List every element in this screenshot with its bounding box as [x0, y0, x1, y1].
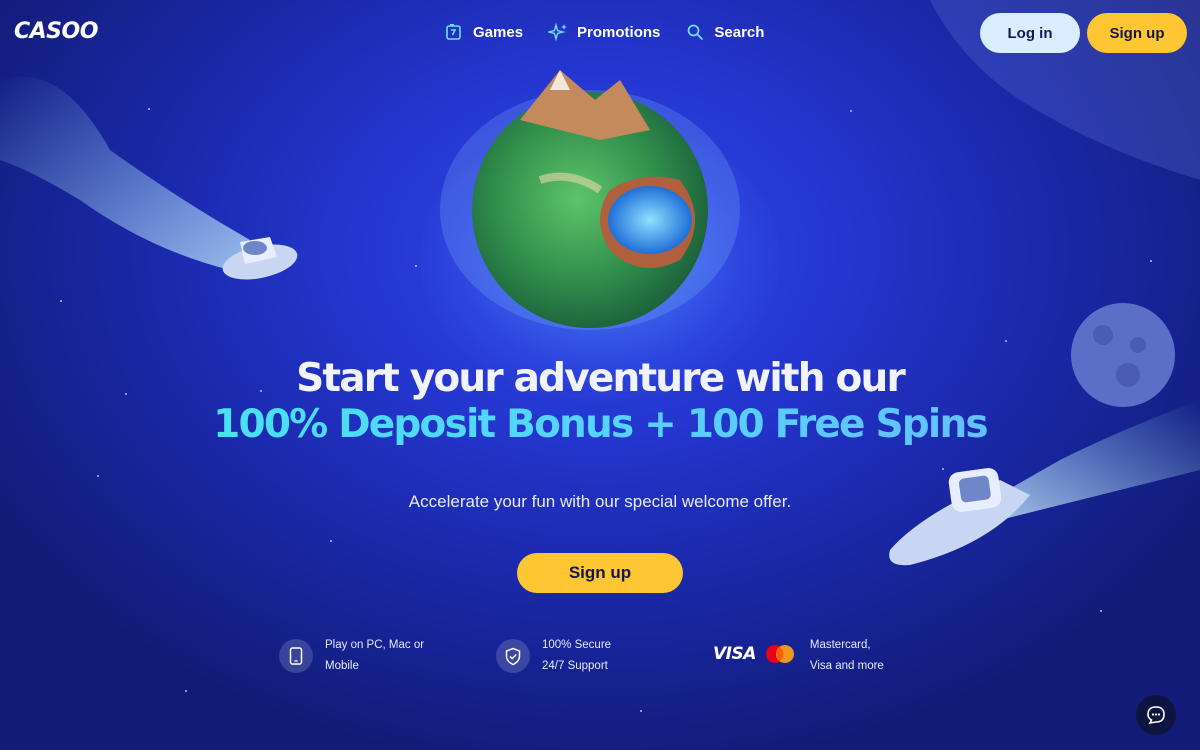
- nav-label-games: Games: [473, 23, 524, 41]
- feature-text: Play on PC, Mac or Mobile: [325, 635, 424, 677]
- feature-text: Mastercard, Visa and more: [810, 635, 884, 677]
- feature-text: 100% Secure 24/7 Support: [542, 635, 611, 677]
- mastercard-logo: [765, 645, 794, 663]
- nav-label-promotions: Promotions: [577, 23, 661, 41]
- nav-label-search: Search: [714, 23, 765, 41]
- shield-check-icon: [496, 639, 530, 673]
- feature-line: 24/7 Support: [542, 660, 608, 672]
- signup-button-hero[interactable]: Sign up: [517, 553, 683, 593]
- nav-item-promotions[interactable]: Promotions: [548, 22, 660, 42]
- floating-island-planet: [440, 70, 740, 330]
- feature-payments: VISA Mastercard, Visa and more: [713, 635, 884, 677]
- sparkle-icon: [548, 22, 568, 42]
- feature-line: Play on PC, Mac or: [325, 639, 425, 651]
- nav-item-search[interactable]: Search: [685, 22, 764, 42]
- main-nav: Games Promotions Search: [444, 22, 789, 42]
- nav-item-games[interactable]: Games: [444, 22, 523, 42]
- hero-subtitle: Accelerate your fun with our special wel…: [408, 492, 792, 511]
- brand-logo[interactable]: CASOO: [14, 19, 98, 44]
- feature-line: Visa and more: [809, 660, 884, 672]
- feature-security: 100% Secure 24/7 Support: [496, 635, 611, 677]
- visa-logo: VISA: [713, 644, 756, 664]
- search-icon: [685, 22, 705, 42]
- slot-seven-icon: [444, 22, 464, 42]
- chat-button[interactable]: [1136, 695, 1176, 735]
- spaceship-left: [222, 237, 298, 280]
- signup-button-header[interactable]: Sign up: [1087, 13, 1187, 53]
- login-button[interactable]: Log in: [980, 13, 1080, 53]
- feature-platforms: Play on PC, Mac or Mobile: [279, 635, 424, 677]
- hero-bonus-offer: 100% Deposit Bonus + 100 Free Spins: [0, 402, 1200, 447]
- chat-bubble-icon: [1147, 706, 1165, 725]
- payment-cards-icon: VISA: [713, 635, 796, 673]
- hero-title: Start your adventure with our: [296, 356, 906, 401]
- spaceship-right: [889, 468, 1030, 566]
- feature-line: Mobile: [325, 660, 359, 672]
- feature-line: 100% Secure: [542, 639, 612, 651]
- mobile-icon: [279, 639, 313, 673]
- top-header: CASOO Games Promotions Search Log in Sig…: [0, 0, 1200, 66]
- feature-line: Mastercard,: [809, 639, 871, 651]
